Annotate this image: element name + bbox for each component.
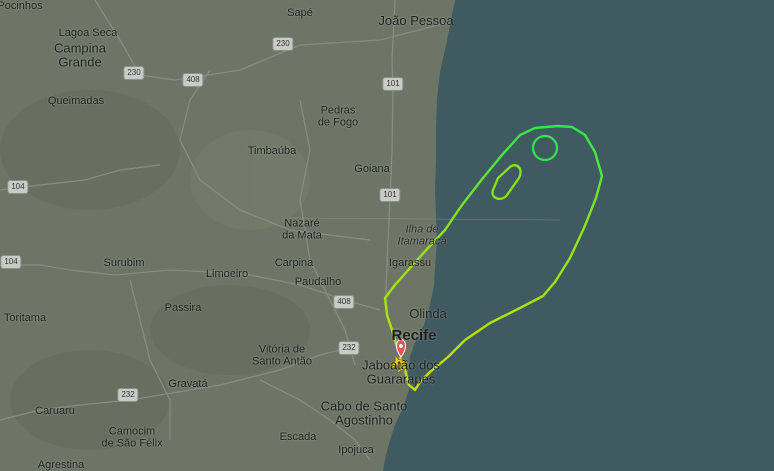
place-label: Limoeiro [205, 268, 249, 281]
place-label: Campina Grande [53, 40, 107, 69]
road-shield: 408 [333, 295, 355, 309]
place-label: Paudalho [294, 276, 342, 289]
place-label: Camocim de São Félix [101, 425, 163, 449]
road-shield: 408 [182, 73, 204, 87]
place-label: Lagoa Seca [58, 27, 118, 40]
road-shield: 104 [0, 255, 22, 269]
place-label: Agrestina [37, 459, 85, 471]
place-label: Toritama [3, 312, 47, 325]
place-label: Pocinhos [0, 0, 43, 13]
place-label: João Pessoa [378, 13, 454, 29]
place-label: Timbaúba [247, 145, 297, 158]
place-label: Surubim [103, 257, 145, 270]
place-label: Ilha de Itamaracá [397, 223, 447, 247]
place-label: Passira [164, 302, 202, 315]
place-label: Goiana [354, 163, 390, 176]
place-label: Olinda [409, 306, 447, 322]
place-label: Igarassu [388, 257, 432, 270]
road-shield: 104 [7, 180, 29, 194]
road-shield: 101 [382, 77, 404, 91]
place-label: Ipojuca [338, 444, 374, 457]
place-label: Carpina [274, 257, 314, 270]
place-label: Sapé [287, 7, 313, 20]
place-label: Nazaré da Mata [282, 217, 322, 241]
road-shield: 230 [272, 37, 294, 51]
place-label: Cabo de Santo Agostinho [320, 398, 408, 427]
place-label: Pedras de Fogo [317, 104, 359, 128]
flight-track-map[interactable]: Pocinhos Sapé João Pessoa Lagoa Seca Cam… [0, 0, 774, 471]
place-label: Escada [279, 431, 317, 444]
road-shield: 230 [123, 66, 145, 80]
place-label: Jaboatão dos Guararapes [361, 357, 441, 386]
place-label: Recife [391, 327, 437, 345]
place-label: Vitória de Santo Antão [252, 343, 312, 367]
place-label: Caruaru [35, 405, 75, 418]
place-label: Queimadas [47, 95, 105, 108]
road-shield: 101 [379, 188, 401, 202]
place-label: Gravatá [168, 378, 208, 391]
road-shield: 232 [117, 388, 139, 402]
road-shield: 232 [338, 341, 360, 355]
